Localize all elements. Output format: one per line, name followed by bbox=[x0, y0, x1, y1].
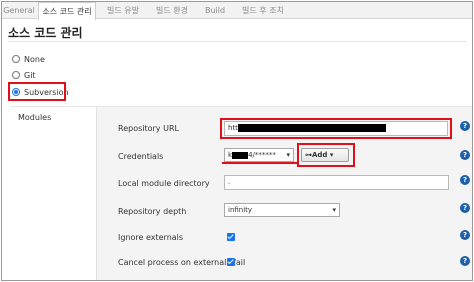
chevron-down-icon: ▾ bbox=[332, 206, 336, 214]
section-title: 소스 코드 관리 bbox=[8, 26, 83, 40]
tab-build-triggers[interactable]: 빌드 유발 bbox=[102, 2, 144, 19]
jenkins-config-window: General 소스 코드 관리 빌드 유발 빌드 환경 Build 빌드 후 … bbox=[1, 1, 473, 281]
scm-option-git-label: Git bbox=[24, 70, 36, 80]
repository-url-label: Repository URL bbox=[118, 124, 179, 133]
scm-option-none[interactable]: None bbox=[12, 52, 45, 66]
radio-none[interactable] bbox=[12, 55, 20, 63]
ignore-externals-help-icon[interactable]: ? bbox=[460, 230, 470, 240]
title-divider bbox=[8, 41, 466, 42]
repository-depth-help-icon[interactable]: ? bbox=[460, 203, 470, 213]
repository-depth-value: infinity bbox=[228, 206, 253, 214]
ignore-externals-checkbox[interactable] bbox=[227, 233, 235, 241]
tab-post-build-actions[interactable]: 빌드 후 조치 bbox=[236, 2, 290, 19]
repository-depth-label: Repository depth bbox=[118, 207, 187, 216]
credentials-underline-highlight bbox=[222, 145, 298, 164]
scm-option-none-label: None bbox=[24, 54, 45, 64]
local-module-directory-input[interactable]: . bbox=[224, 175, 449, 190]
radio-git[interactable] bbox=[12, 71, 20, 79]
cancel-process-help-icon[interactable]: ? bbox=[460, 256, 470, 266]
credentials-label: Credentials bbox=[118, 152, 164, 161]
tab-build-environment[interactable]: 빌드 환경 bbox=[150, 2, 194, 19]
tab-general[interactable]: General bbox=[2, 2, 36, 19]
modules-label: Modules bbox=[18, 113, 52, 122]
tab-source-code-management[interactable]: 소스 코드 관리 bbox=[38, 2, 96, 20]
repository-url-help-icon[interactable]: ? bbox=[460, 121, 470, 131]
local-module-directory-label: Local module directory bbox=[118, 179, 210, 188]
scm-option-git[interactable]: Git bbox=[12, 68, 36, 82]
tab-bar: General 소스 코드 관리 빌드 유발 빌드 환경 Build 빌드 후 … bbox=[2, 2, 472, 20]
tab-build[interactable]: Build bbox=[200, 2, 230, 19]
subversion-highlight-box bbox=[8, 82, 66, 101]
ignore-externals-label: Ignore externals bbox=[118, 233, 184, 242]
credentials-help-icon[interactable]: ? bbox=[460, 150, 470, 160]
local-module-directory-help-icon[interactable]: ? bbox=[460, 175, 470, 185]
cancel-process-checkbox[interactable] bbox=[227, 258, 235, 266]
repository-url-highlight-box bbox=[220, 118, 452, 139]
repository-depth-select[interactable]: infinity ▾ bbox=[224, 203, 340, 217]
add-button-highlight-box bbox=[297, 143, 355, 167]
